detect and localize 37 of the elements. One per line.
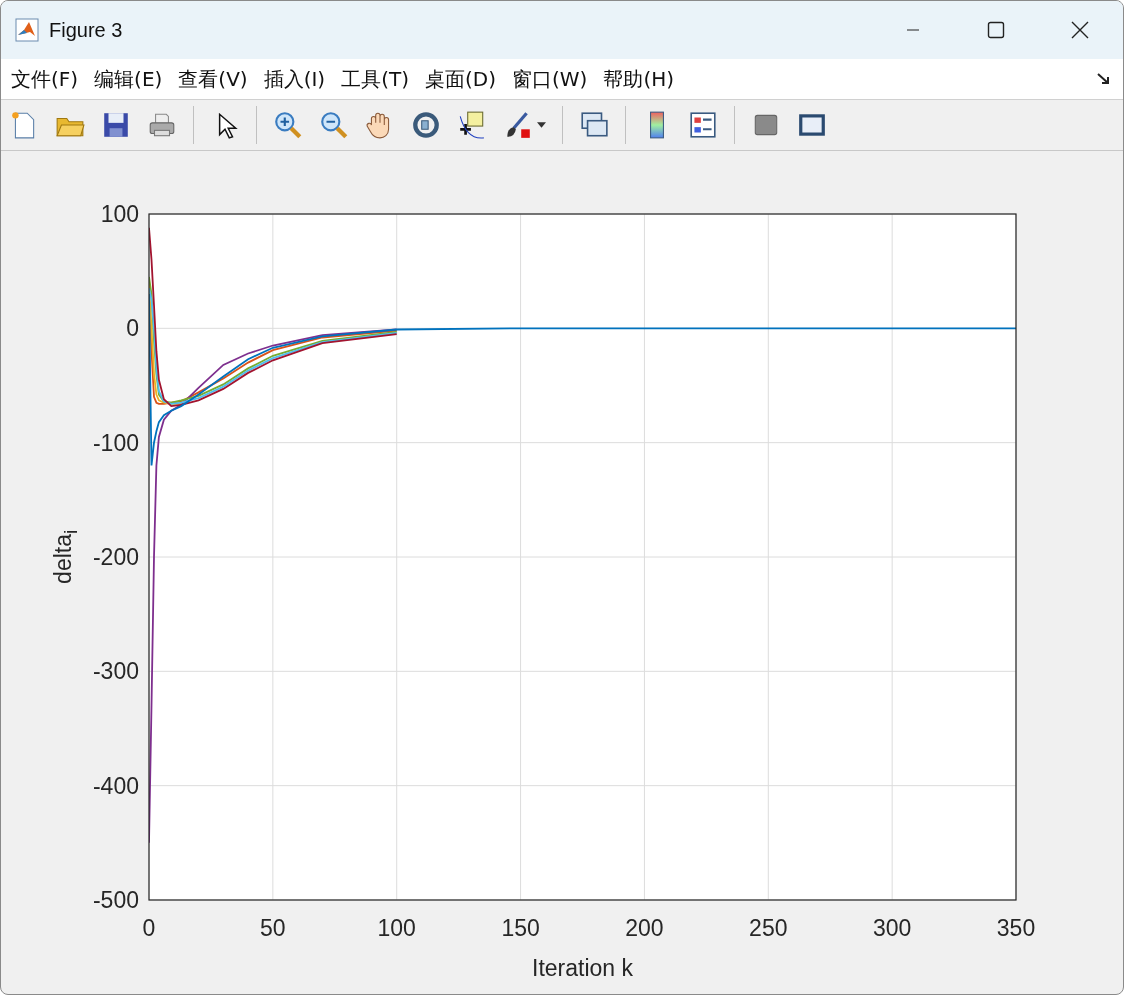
dock-arrow-icon[interactable]: [1097, 73, 1111, 85]
menu-item[interactable]: 查看(V): [178, 65, 248, 93]
y-tick-label: 100: [100, 201, 139, 227]
x-axis-label: Iteration k: [532, 955, 633, 981]
y-tick-label: -200: [92, 544, 139, 570]
close-icon[interactable]: [1071, 21, 1089, 39]
x-tick-label: 300: [872, 915, 912, 941]
x-tick-label: 150: [501, 915, 540, 941]
x-tick-label: 350: [996, 915, 1036, 941]
x-tick-label: 50: [260, 915, 286, 941]
y-tick-label: 0: [126, 315, 139, 342]
x-tick-label: 100: [377, 915, 416, 941]
x-tick-label: 200: [625, 915, 664, 941]
menu-item[interactable]: 文件(F): [11, 65, 79, 93]
x-tick-label: 250: [749, 915, 788, 941]
y-tick-label: -500: [92, 887, 139, 913]
maximize-icon[interactable]: [987, 21, 1005, 39]
menu-item[interactable]: 桌面(D): [425, 65, 496, 93]
legend-icon[interactable]: [688, 110, 718, 140]
menu-item[interactable]: 插入(I): [263, 65, 326, 93]
data-cursor-icon[interactable]: [457, 110, 487, 140]
rotate-icon[interactable]: [411, 110, 441, 140]
zoom-in-icon[interactable]: [273, 110, 303, 140]
menu-item[interactable]: 窗口(W): [512, 65, 588, 93]
y-tick-label: -300: [92, 658, 139, 685]
menu-item[interactable]: 帮助(H): [603, 65, 675, 93]
menu-item[interactable]: 工具(T): [341, 65, 409, 93]
window-title: Figure 3: [49, 18, 123, 42]
save-icon[interactable]: [101, 110, 131, 140]
zoom-out-icon[interactable]: [319, 110, 349, 140]
menu-item[interactable]: 编辑(E): [94, 65, 163, 93]
linked-windows-icon[interactable]: [579, 110, 609, 140]
app-logo-icon: [15, 18, 39, 42]
y-tick-label: -400: [92, 772, 139, 799]
y-tick-label: -100: [92, 429, 139, 456]
dropdown-caret-icon[interactable]: [537, 121, 546, 129]
x-tick-label: 0: [142, 915, 156, 941]
